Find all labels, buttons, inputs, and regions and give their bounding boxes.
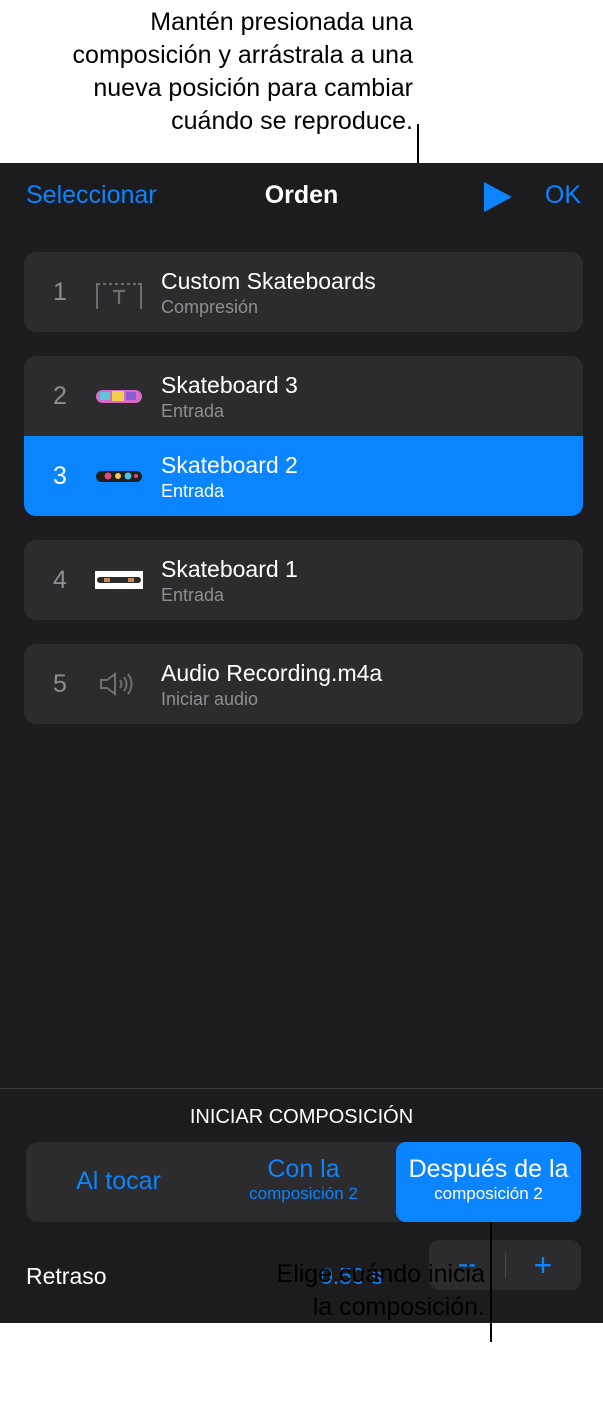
speaker-icon <box>100 672 133 696</box>
page-title: Orden <box>264 181 339 209</box>
build-row-5[interactable]: 5 Audio Recording.m4a Iniciar audio <box>24 644 583 724</box>
text-box-icon <box>96 283 142 309</box>
ok-button[interactable]: OK <box>545 181 581 210</box>
build-title: Audio Recording.m4a <box>161 660 383 686</box>
build-effect: Entrada <box>161 401 225 421</box>
skateboard-thumb-icon <box>96 471 142 482</box>
callout-line: nueva posición para cambiar <box>93 74 413 102</box>
callout-start-option: Elige cuándo inicia la composición. <box>185 1258 485 1324</box>
callout-line: Mantén presionada una <box>150 8 413 36</box>
callout-leader-line <box>490 1222 492 1342</box>
segment-sublabel: composición 2 <box>249 1184 358 1203</box>
build-number: 5 <box>53 670 67 698</box>
start-segmented-control: Al tocar Con la composición 2 Después de… <box>26 1142 581 1222</box>
segment-label: Después de la <box>408 1155 569 1183</box>
build-row-4[interactable]: 4 Skateboard 1 Entrada <box>24 540 583 620</box>
build-number: 4 <box>53 566 67 594</box>
segment-on-tap[interactable]: Al tocar <box>26 1142 211 1222</box>
start-build-header: INICIAR COMPOSICIÓN <box>189 1106 414 1128</box>
build-row-1[interactable]: 1 Custom Skateboards Compresión <box>24 252 583 332</box>
build-number: 2 <box>53 382 67 410</box>
skateboard-thumb-icon <box>96 390 142 403</box>
build-order-panel: Seleccionar Orden OK 1 Custom Skateboard… <box>0 163 603 1323</box>
play-icon[interactable] <box>484 182 512 212</box>
increment-button[interactable]: + <box>505 1240 581 1290</box>
build-effect: Iniciar audio <box>161 689 259 709</box>
build-number: 3 <box>53 462 67 490</box>
build-title: Skateboard 1 <box>161 556 298 582</box>
build-title: Skateboard 3 <box>161 372 298 398</box>
segment-label: Con la <box>267 1155 340 1183</box>
segment-sublabel: composición 2 <box>434 1184 543 1203</box>
build-row-2[interactable]: 2 Skateboard 3 Entrada <box>24 356 583 436</box>
delay-label: Retraso <box>26 1263 107 1289</box>
build-effect: Entrada <box>161 481 225 501</box>
nav-bar: Seleccionar Orden OK <box>0 163 603 227</box>
build-row-3[interactable]: 3 Skateboard 2 Entrada <box>24 436 583 516</box>
callout-reorder: Mantén presionada una composición y arrá… <box>0 6 413 138</box>
build-number: 1 <box>53 278 67 306</box>
build-effect: Entrada <box>161 585 225 605</box>
callout-line: Elige cuándo inicia <box>276 1260 485 1288</box>
segment-with-build[interactable]: Con la composición 2 <box>211 1142 396 1222</box>
callout-line: composición y arrástrala a una <box>72 41 413 69</box>
segment-label: Al tocar <box>76 1167 161 1195</box>
divider <box>0 1088 603 1089</box>
build-title: Skateboard 2 <box>161 452 298 478</box>
skateboard-thumb-icon <box>95 571 143 589</box>
build-effect: Compresión <box>161 297 259 317</box>
callout-line: la composición. <box>312 1293 485 1321</box>
segment-after-build[interactable]: Después de la composición 2 <box>396 1142 581 1222</box>
build-title: Custom Skateboards <box>161 268 376 294</box>
callout-line: cuándo se reproduce. <box>171 107 413 135</box>
